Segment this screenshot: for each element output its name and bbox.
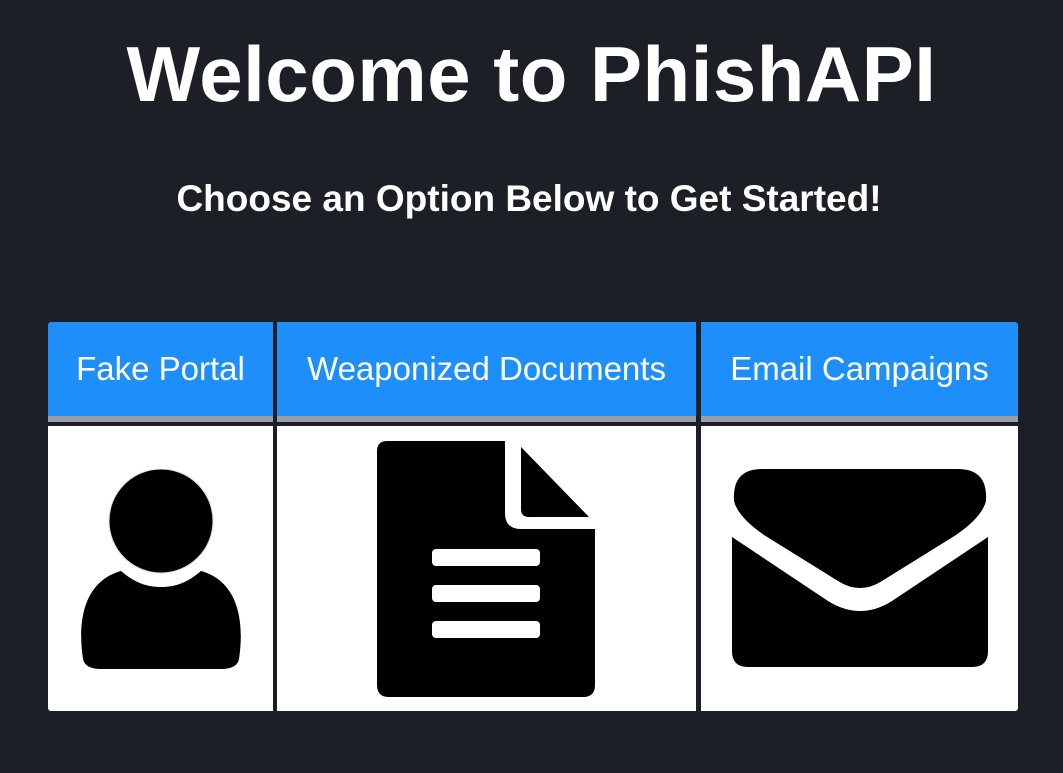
page: Welcome to PhishAPI Choose an Option Bel…: [0, 0, 1063, 773]
user-icon: [71, 468, 251, 669]
option-card-weaponized-documents[interactable]: Weaponized Documents: [277, 322, 696, 711]
document-icon: [376, 440, 597, 697]
email-campaigns-tile[interactable]: [701, 426, 1018, 711]
weaponized-documents-button[interactable]: Weaponized Documents: [277, 322, 696, 422]
page-subtitle: Choose an Option Below to Get Started!: [176, 178, 882, 219]
weaponized-documents-tile[interactable]: [277, 426, 696, 711]
option-card-email-campaigns[interactable]: Email Campaigns: [701, 322, 1018, 711]
options-grid: Fake Portal Weaponized Documents Email C…: [48, 322, 1018, 711]
page-title: Welcome to PhishAPI: [126, 30, 937, 118]
envelope-icon: [731, 468, 988, 669]
email-campaigns-button[interactable]: Email Campaigns: [701, 322, 1018, 422]
fake-portal-tile[interactable]: [48, 426, 273, 711]
fake-portal-button[interactable]: Fake Portal: [48, 322, 273, 422]
option-card-fake-portal[interactable]: Fake Portal: [48, 322, 273, 711]
